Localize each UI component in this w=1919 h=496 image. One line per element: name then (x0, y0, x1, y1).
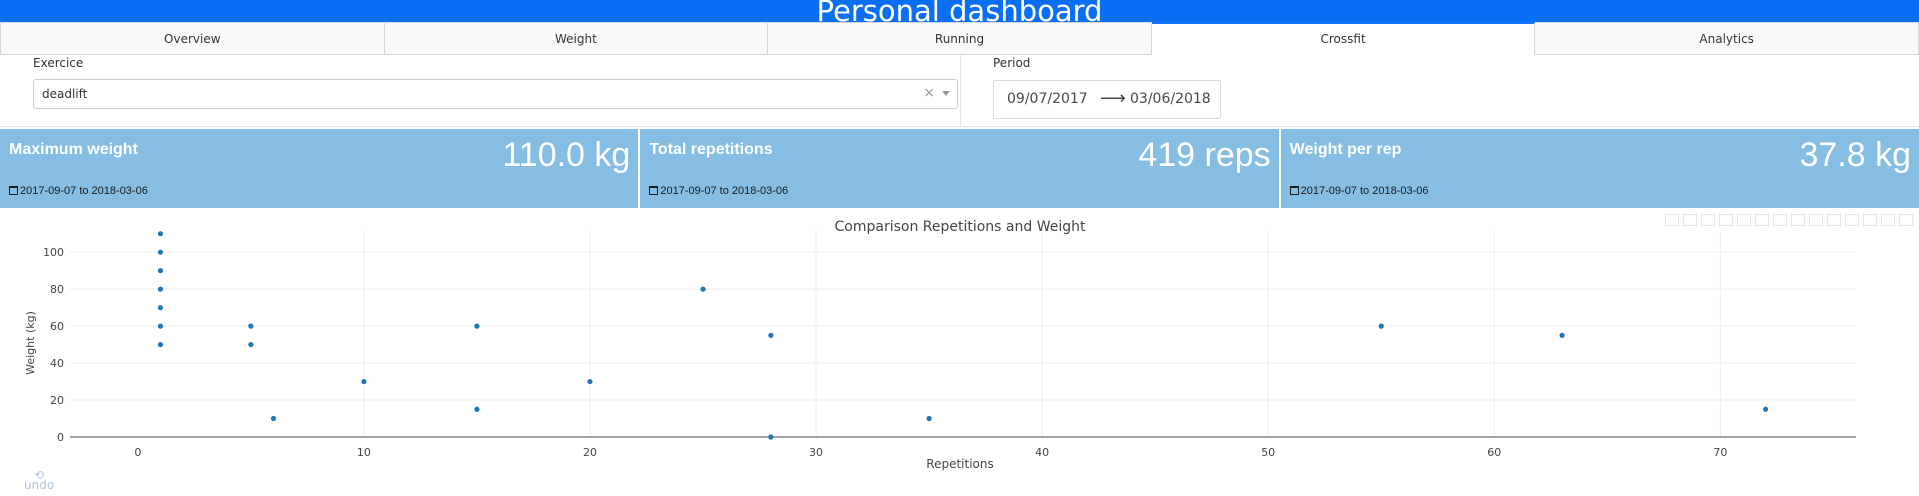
data-point (768, 332, 774, 338)
scatter-chart: Comparison Repetitions and Weight Repeti… (24, 219, 1856, 471)
x-tick-label: 40 (1035, 446, 1049, 459)
data-point (157, 286, 164, 292)
data-point (157, 249, 164, 255)
y-tick-label: 100 (43, 246, 64, 259)
data-point (768, 434, 774, 440)
card-date-range: 2017-09-07 to 2018-03-06 (660, 185, 789, 197)
calendar-icon (1289, 186, 1299, 195)
zoom-in-icon[interactable] (1773, 214, 1787, 226)
data-point (1378, 323, 1384, 329)
card-title: Maximum weight (9, 141, 138, 158)
card-date-range: 2017-09-07 to 2018-03-06 (20, 185, 148, 197)
exercise-label: Exercice (33, 56, 84, 70)
camera-icon[interactable] (1665, 214, 1679, 226)
data-point (157, 231, 164, 237)
spike-icon[interactable] (1845, 214, 1859, 226)
header-bar: Personal dashboard (0, 0, 1919, 22)
data-point (157, 305, 164, 311)
y-tick-label: 40 (50, 357, 64, 370)
y-axis-label: Weight (kg) (24, 311, 37, 375)
tab-crossfit[interactable]: Crossfit (1151, 22, 1536, 55)
tab-bar: Overview Weight Running Crossfit Analyti… (0, 22, 1919, 55)
filter-controls: Exercice deadlift × Period 09/07/2017 ⟶ … (0, 55, 1919, 127)
y-tick-label: 20 (50, 394, 64, 407)
start-date-input[interactable]: 09/07/2017 (1007, 91, 1088, 107)
period-date-range: 09/07/2017 ⟶ 03/06/2018 (993, 80, 1221, 119)
card-title: Total repetitions (649, 141, 773, 158)
data-point (700, 286, 706, 292)
y-tick-label: 80 (50, 283, 64, 296)
zoom-out-icon[interactable] (1791, 214, 1805, 226)
x-tick-label: 10 (357, 446, 371, 459)
data-point (1762, 406, 1769, 412)
data-point (157, 268, 164, 274)
tab-weight[interactable]: Weight (384, 22, 769, 55)
calendar-icon (9, 186, 18, 195)
card-value: 419 reps (1138, 136, 1271, 174)
card-date: 2017-09-07 to 2018-03-06 (649, 185, 788, 197)
chart-title: Comparison Repetitions and Weight (835, 219, 1086, 235)
exercise-dropdown[interactable]: deadlift × (33, 79, 958, 109)
exercise-panel: Exercice deadlift × (0, 55, 961, 127)
data-point (926, 415, 932, 422)
x-axis-label: Repetitions (926, 457, 993, 471)
hover-closest-icon[interactable] (1863, 214, 1877, 226)
undo-button[interactable]: ⟲ undo (24, 469, 55, 492)
autoscale-icon[interactable] (1809, 214, 1823, 226)
card-maximum-weight: Maximum weight 110.0 kg 2017-09-07 to 20… (0, 129, 639, 208)
card-date-range: 2017-09-07 to 2018-03-06 (1300, 185, 1429, 197)
data-point (157, 341, 164, 348)
chevron-down-icon[interactable] (942, 91, 950, 96)
x-tick-label: 0 (134, 446, 141, 459)
box-select-icon[interactable] (1737, 214, 1751, 226)
chart-modebar (1665, 214, 1913, 226)
exercise-value: deadlift (42, 87, 88, 101)
data-point (587, 378, 593, 385)
pan-icon[interactable] (1719, 214, 1733, 226)
tab-overview[interactable]: Overview (0, 22, 385, 55)
page-title: Personal dashboard (816, 0, 1103, 22)
tick-labels: 0 10 20 30 40 50 60 70 0 20 40 60 80 100 (43, 246, 1727, 459)
data-point (361, 378, 367, 385)
card-total-repetitions: Total repetitions 419 reps 2017-09-07 to… (640, 129, 1279, 208)
x-tick-label: 50 (1261, 446, 1275, 459)
lasso-icon[interactable] (1755, 214, 1769, 226)
end-date-input[interactable]: 03/06/2018 (1130, 91, 1211, 107)
card-weight-per-rep: Weight per rep 37.8 kg 2017-09-07 to 201… (1280, 129, 1919, 208)
data-point (157, 323, 164, 329)
calendar-icon (649, 186, 659, 195)
data-point (474, 406, 480, 412)
undo-label: undo (24, 478, 55, 492)
arrow-right-icon: ⟶ (1100, 88, 1126, 109)
x-tick-label: 30 (809, 446, 823, 459)
x-tick-label: 60 (1487, 446, 1501, 459)
x-tick-label: 20 (583, 446, 597, 459)
card-value: 37.8 kg (1799, 136, 1911, 174)
data-points (157, 231, 1769, 440)
x-tick-label: 70 (1713, 446, 1727, 459)
data-point (248, 323, 254, 329)
y-tick-label: 60 (50, 320, 64, 333)
zoom-icon[interactable] (1701, 214, 1715, 226)
data-point (1559, 332, 1565, 338)
data-point (474, 323, 480, 329)
scatter-chart-container: Comparison Repetitions and Weight Repeti… (0, 212, 1919, 492)
edit-icon[interactable] (1683, 214, 1697, 226)
y-tick-label: 0 (57, 431, 64, 444)
tab-analytics[interactable]: Analytics (1535, 22, 1919, 55)
stat-cards: Maximum weight 110.0 kg 2017-09-07 to 20… (0, 129, 1919, 208)
home-icon[interactable] (1827, 214, 1841, 226)
plotly-logo-icon[interactable] (1899, 214, 1913, 226)
data-point (270, 415, 277, 422)
tab-running[interactable]: Running (768, 22, 1152, 55)
data-point (248, 341, 254, 348)
card-date: 2017-09-07 to 2018-03-06 (1289, 185, 1429, 197)
clear-icon[interactable]: × (923, 85, 935, 101)
grid-lines (70, 230, 1856, 438)
card-title: Weight per rep (1289, 141, 1402, 158)
card-value: 110.0 kg (502, 136, 631, 174)
period-label: Period (993, 56, 1031, 70)
hover-compare-icon[interactable] (1881, 214, 1895, 226)
card-date: 2017-09-07 to 2018-03-06 (9, 185, 148, 197)
